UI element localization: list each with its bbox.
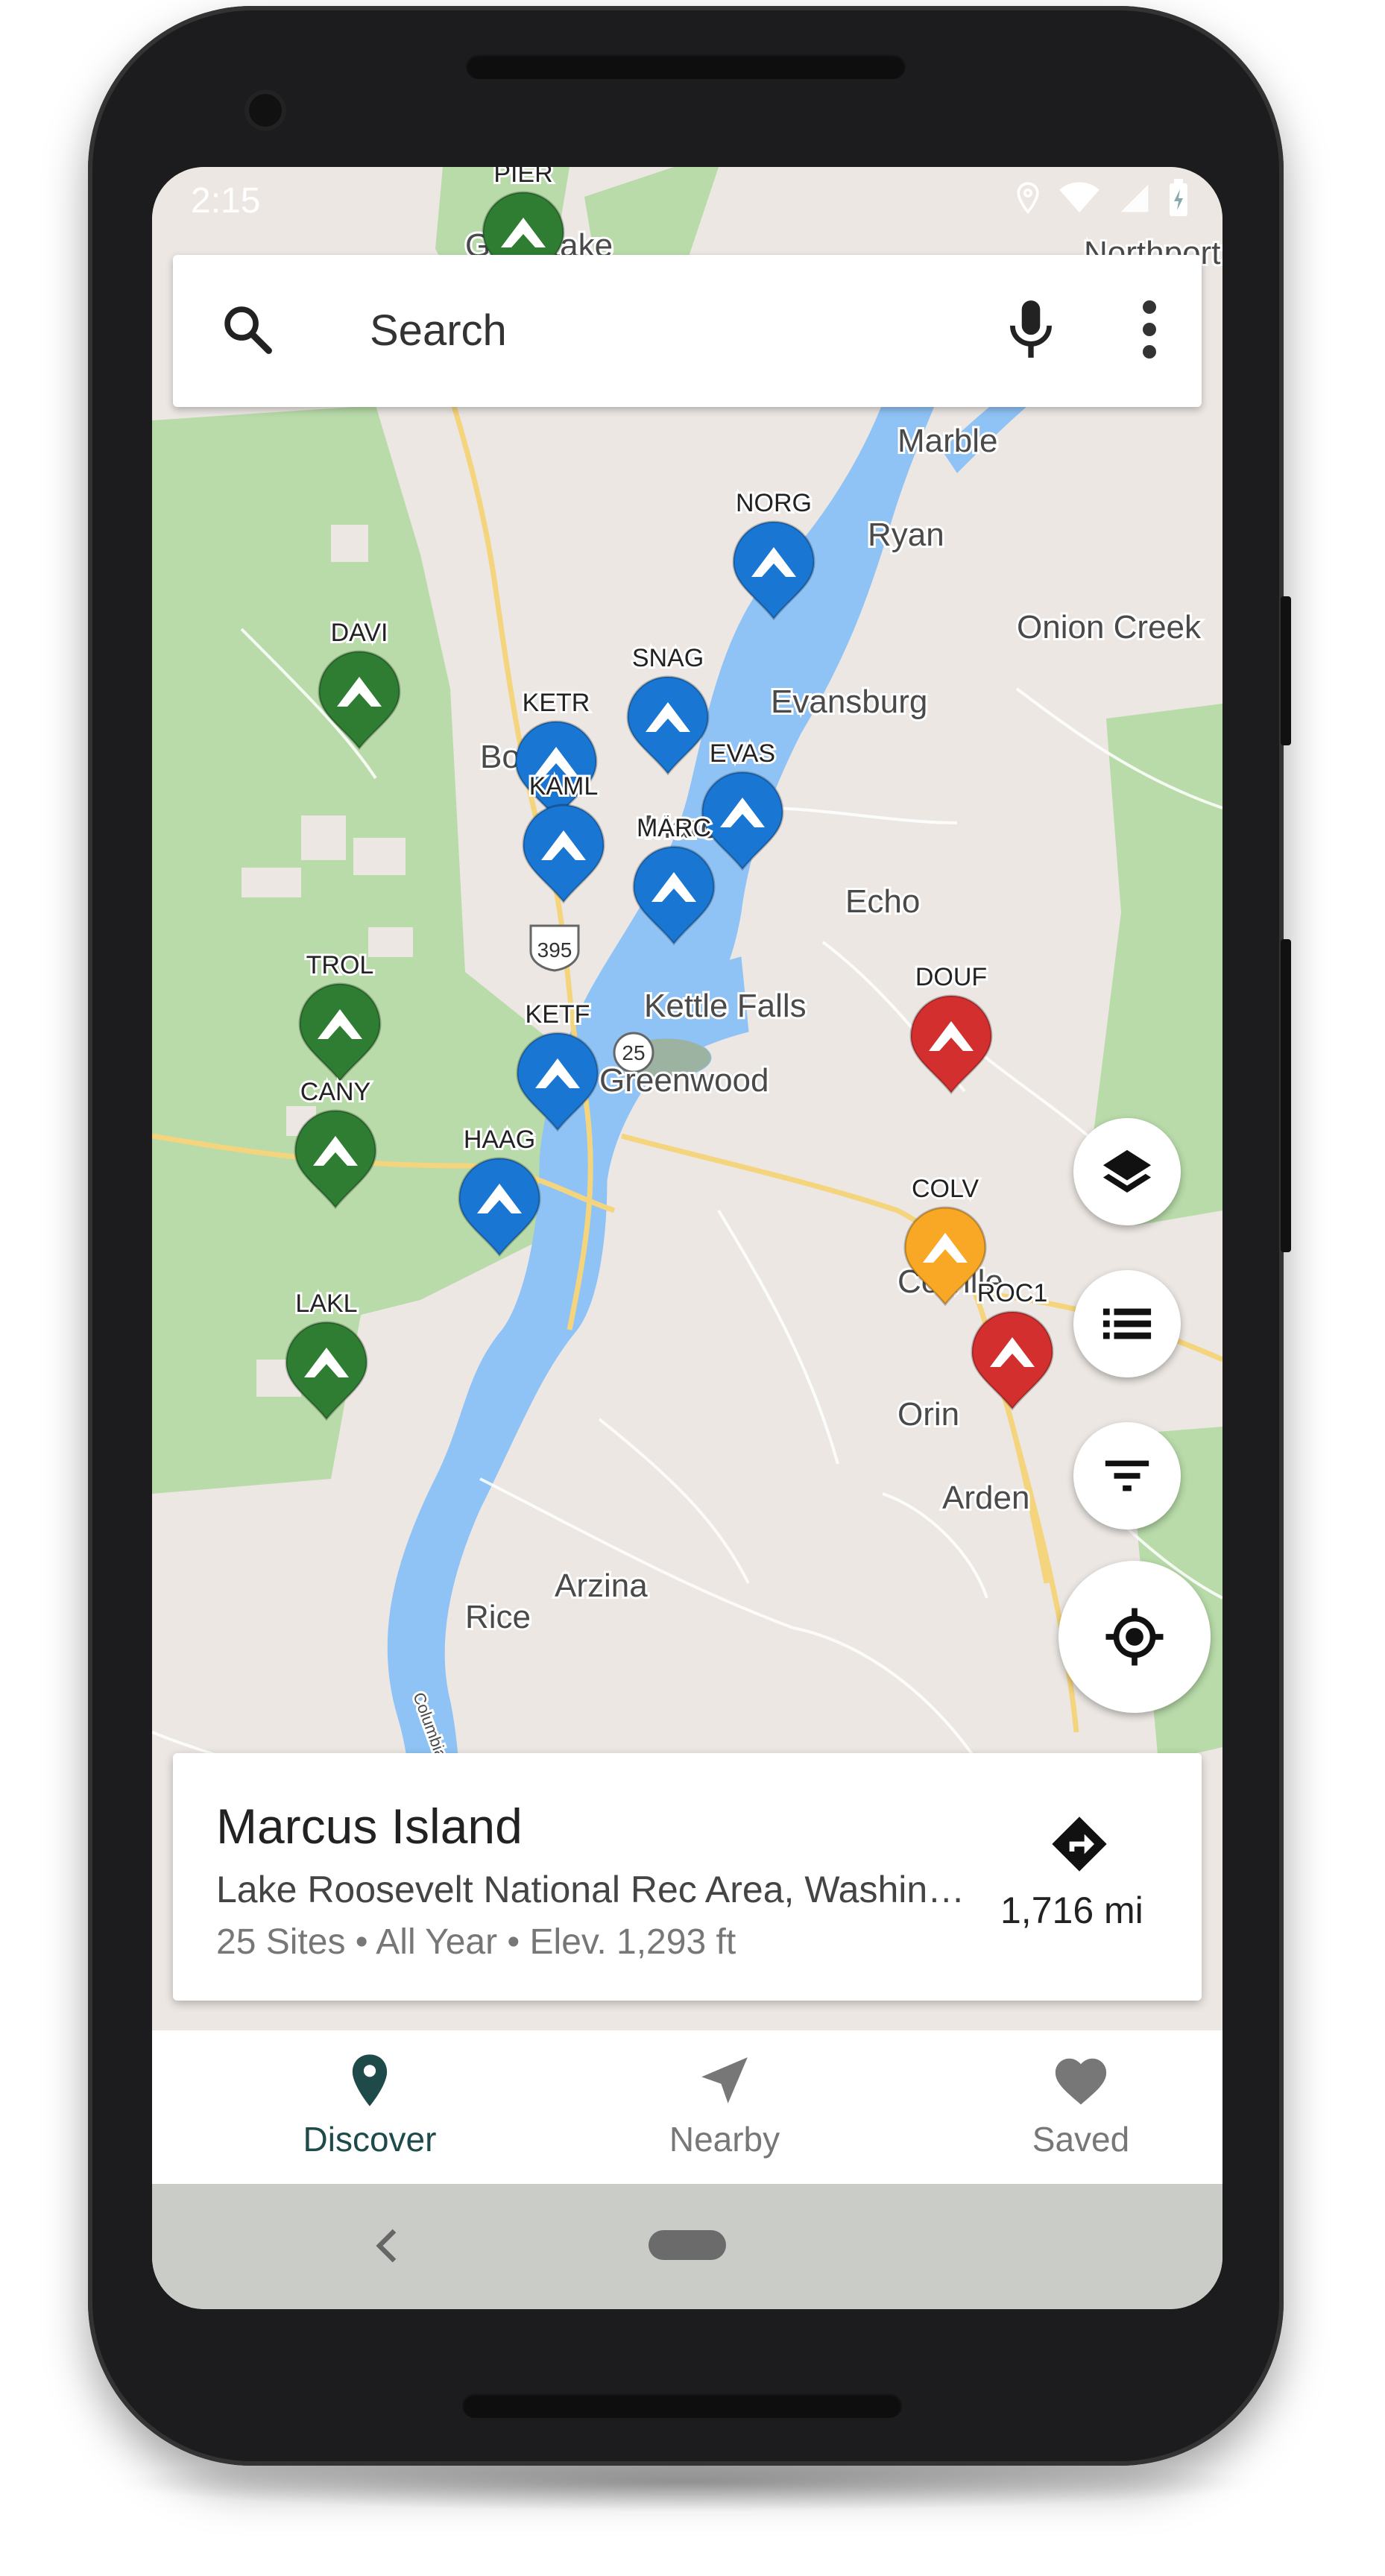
campground-code-label: HAAG	[464, 1126, 535, 1154]
nav-nearby[interactable]: Nearby	[613, 2053, 836, 2159]
status-time: 2:15	[191, 181, 261, 221]
campground-meta: 25 Sites • All Year • Elev. 1,293 ft	[216, 1922, 736, 1962]
battery-icon	[1170, 179, 1187, 216]
bottom-navigation: Discover Nearby Saved	[152, 2030, 1222, 2184]
more-options-icon[interactable]	[1142, 300, 1157, 359]
nav-nearby-label: Nearby	[669, 2120, 780, 2159]
campground-code-label: TROL	[306, 951, 374, 979]
microphone-icon[interactable]	[1008, 298, 1054, 362]
search-icon[interactable]	[219, 301, 276, 358]
location-status-icon	[1017, 182, 1039, 215]
status-icons	[1015, 179, 1190, 218]
campground-detail-card[interactable]: Marcus Island Lake Roosevelt National Re…	[173, 1753, 1202, 2001]
campground-code-label: DAVI	[331, 619, 388, 647]
campground-code-label: ROC1	[977, 1279, 1047, 1307]
campground-code-label: LAKL	[295, 1289, 357, 1318]
place-label-arden: Arden	[942, 1480, 1029, 1516]
campground-subtitle: Lake Roosevelt National Rec Area, Washin…	[216, 1869, 965, 1910]
campground-code-label: EVAS	[710, 739, 775, 768]
campground-code-label: KAML	[529, 772, 599, 801]
map-view[interactable]: 395 25 GoldstakeNorthportMarbleRyanOnion…	[152, 167, 1222, 2030]
search-bar[interactable]: Search	[173, 255, 1202, 407]
place-label-marble: Marble	[897, 423, 998, 459]
nav-discover-label: Discover	[303, 2120, 437, 2159]
phone-screen: 395 25 GoldstakeNorthportMarbleRyanOnion…	[152, 167, 1222, 2309]
layers-button[interactable]	[1073, 1118, 1181, 1225]
my-location-button[interactable]	[1059, 1561, 1211, 1713]
wifi-icon	[1059, 182, 1100, 213]
place-label-onion-creek: Onion Creek	[1017, 609, 1202, 645]
highway-395-shield: 395	[529, 924, 580, 972]
directions-icon[interactable]	[1050, 1814, 1109, 1874]
top-speaker	[466, 54, 906, 79]
campground-code-label: DOUF	[915, 963, 987, 991]
search-input[interactable]: Search	[370, 306, 507, 356]
svg-text:395: 395	[537, 938, 572, 962]
list-icon	[1102, 1308, 1152, 1339]
filter-icon	[1105, 1460, 1149, 1491]
place-label-arzina: Arzina	[555, 1568, 648, 1604]
campground-title: Marcus Island	[216, 1799, 523, 1854]
back-icon[interactable]	[376, 2227, 398, 2264]
place-label-orin: Orin	[897, 1396, 959, 1433]
place-label-kettle-falls: Kettle Falls	[644, 988, 807, 1024]
place-label-echo: Echo	[845, 883, 920, 920]
list-view-button[interactable]	[1073, 1270, 1181, 1377]
campground-code-label: NORG	[736, 489, 812, 517]
bottom-speaker	[462, 2393, 902, 2418]
nav-discover[interactable]: Discover	[258, 2053, 482, 2159]
place-label-ryan: Ryan	[868, 517, 944, 553]
campground-code-label: COLV	[912, 1175, 979, 1203]
nav-saved-label: Saved	[1032, 2120, 1130, 2159]
signal-icon	[1120, 184, 1149, 212]
navigation-arrow-icon	[701, 2057, 748, 2103]
filter-button[interactable]	[1073, 1422, 1181, 1530]
home-button[interactable]	[649, 2230, 726, 2260]
nav-saved[interactable]: Saved	[969, 2053, 1193, 2159]
campground-code-label: SNAG	[632, 644, 704, 672]
place-label-evansburg: Evansburg	[771, 684, 927, 720]
system-navigation-bar	[152, 2184, 1222, 2309]
heart-icon	[1055, 2058, 1107, 2105]
my-location-icon	[1105, 1608, 1164, 1666]
volume-button	[1281, 939, 1291, 1252]
status-bar: 2:15	[152, 167, 1222, 234]
location-pin-icon	[352, 2054, 388, 2106]
power-button	[1281, 596, 1291, 745]
distance-text: 1,716 mi	[1000, 1890, 1143, 1931]
campground-code-label: MARC	[637, 814, 711, 842]
campground-code-label: CANY	[300, 1078, 370, 1106]
svg-text:25: 25	[622, 1041, 645, 1064]
place-label-rice: Rice	[465, 1599, 531, 1635]
layers-icon	[1102, 1149, 1152, 1193]
place-label-greenwood: Greenwood	[599, 1062, 769, 1099]
campground-code-label: KETR	[523, 689, 590, 717]
front-camera	[244, 89, 286, 131]
campground-code-label: KETF	[526, 1000, 590, 1029]
